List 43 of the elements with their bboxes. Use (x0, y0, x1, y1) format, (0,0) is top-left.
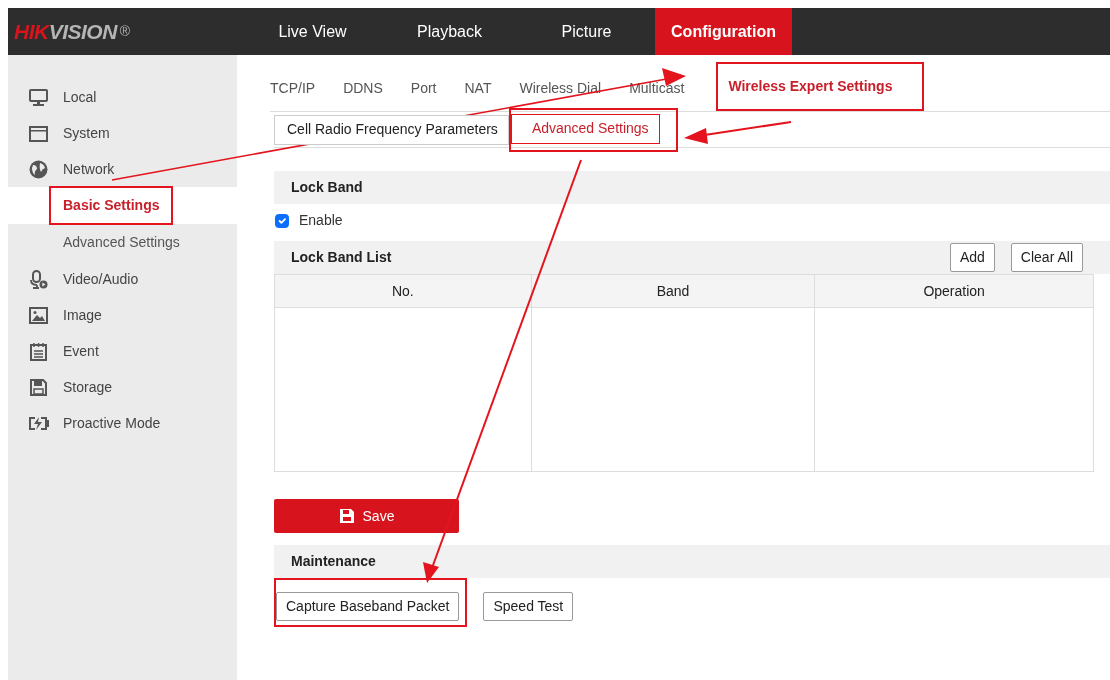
monitor-icon (28, 86, 49, 108)
nav-tab[interactable]: Configuration (655, 8, 792, 55)
enable-checkbox[interactable] (275, 213, 289, 228)
tab[interactable]: Multicast (629, 78, 699, 111)
microphone-icon (28, 268, 49, 290)
maintenance-button[interactable]: Speed Test (483, 592, 574, 621)
section-header: Lock Band (274, 171, 1110, 204)
section-header: Maintenance (274, 545, 1110, 578)
sidebar-item[interactable]: Proactive Mode (63, 412, 161, 434)
tab[interactable]: DDNS (343, 78, 397, 111)
section-button[interactable]: Clear All (1010, 243, 1083, 272)
image-icon (28, 304, 49, 326)
section-title: Lock Band List (291, 248, 392, 267)
column-header: No. (274, 274, 532, 308)
sidebar-item[interactable]: Video/Audio (63, 268, 139, 290)
sidebar-item[interactable]: Local (63, 86, 97, 108)
globe-icon (28, 158, 49, 180)
logo: HIKVISION (14, 18, 117, 45)
sidebar-item[interactable]: Storage (63, 376, 113, 398)
subtab[interactable]: Cell Radio Frequency Parameters (274, 114, 509, 145)
nav-tab[interactable]: Playback (381, 8, 518, 55)
tab[interactable]: Wireless Expert Settings (716, 62, 925, 111)
sidebar-subitem[interactable]: Basic Settings (49, 186, 174, 225)
sidebar-item[interactable]: Event (63, 340, 99, 362)
calendar-icon (28, 340, 49, 362)
tab[interactable]: Port (410, 78, 451, 111)
enable-label: Enable (299, 211, 343, 230)
sidebar-item[interactable]: System (63, 122, 110, 144)
nav-tab[interactable]: Live View (244, 8, 381, 55)
sidebar-item[interactable]: Image (63, 304, 102, 326)
sidebar-subitem[interactable]: Advanced Settings (49, 223, 194, 262)
tab[interactable]: Wireless Dial (519, 78, 616, 111)
nav-tab[interactable]: Picture (518, 8, 655, 55)
column-header: Band (531, 274, 815, 308)
save-button[interactable]: Save (274, 499, 459, 533)
subtab[interactable]: Advanced Settings (510, 113, 660, 144)
tab[interactable]: TCP/IP (270, 78, 330, 111)
tab[interactable]: NAT (464, 78, 506, 111)
column-header: Operation (814, 274, 1094, 308)
registered-mark: ® (119, 22, 130, 41)
section-button[interactable]: Add (949, 243, 995, 272)
sidebar-item[interactable]: Network (63, 158, 115, 180)
maintenance-button[interactable]: Capture Baseband Packet (276, 592, 460, 621)
